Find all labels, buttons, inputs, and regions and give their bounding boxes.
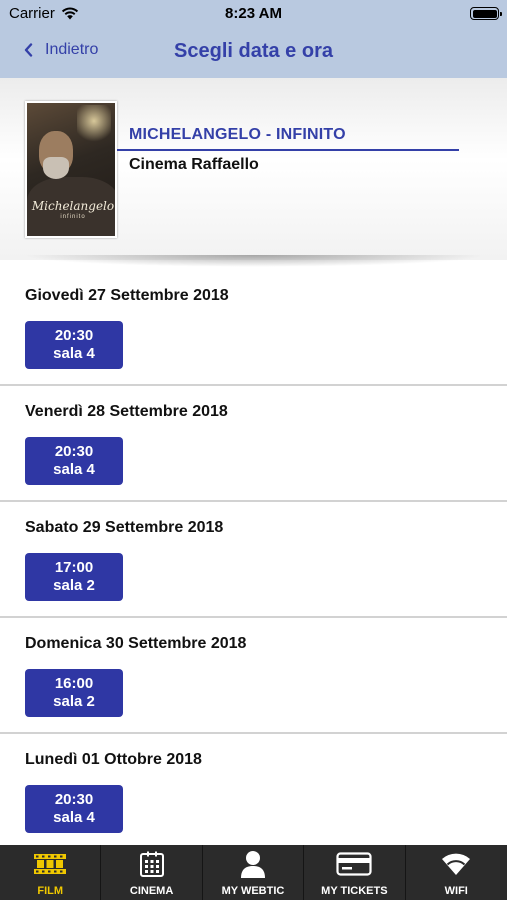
- showtime-button[interactable]: 20:30 sala 4: [25, 321, 123, 369]
- navigation-bar: Indietro Scegli data e ora: [0, 28, 507, 78]
- tab-label: MY TICKETS: [321, 885, 388, 897]
- user-icon: [240, 851, 265, 878]
- tab-label: WIFI: [444, 885, 468, 897]
- showtime-time: 17:00: [54, 559, 94, 576]
- movie-title: MICHELANGELO - INFINITO: [129, 126, 346, 143]
- status-time: 8:23 AM: [225, 5, 282, 22]
- header-shadow: [20, 255, 487, 267]
- showtime-button[interactable]: 16:00 sala 2: [25, 669, 123, 717]
- tab-label: MY WEBTIC: [221, 885, 285, 897]
- list-item: Giovedì 27 Settembre 2018 20:30 sala 4: [0, 270, 507, 386]
- status-bar: Carrier 8:23 AM: [0, 0, 507, 28]
- showtime-button[interactable]: 17:00 sala 2: [25, 553, 123, 601]
- tab-label: CINEMA: [129, 885, 174, 897]
- list-item: Sabato 29 Settembre 2018 17:00 sala 2: [0, 502, 507, 618]
- tab-wifi[interactable]: WIFI: [406, 845, 507, 900]
- list-item: Lunedì 01 Ottobre 2018 20:30 sala 4: [0, 734, 507, 850]
- building-icon: [139, 851, 164, 877]
- poster-title: Michelangelo: [31, 199, 115, 213]
- movie-poster: Michelangelo infinito: [25, 101, 117, 238]
- showtime-room: sala 4: [53, 345, 95, 362]
- battery-icon: [470, 7, 502, 20]
- tab-cinema[interactable]: CINEMA: [101, 845, 203, 900]
- showtime-room: sala 4: [53, 461, 95, 478]
- list-item: Domenica 30 Settembre 2018 16:00 sala 2: [0, 618, 507, 734]
- tab-my-tickets[interactable]: MY TICKETS: [304, 845, 406, 900]
- cinema-name: Cinema Raffaello: [129, 156, 259, 173]
- movie-header: Michelangelo infinito MICHELANGELO - INF…: [0, 78, 507, 260]
- day-date: Venerdì 28 Settembre 2018: [25, 403, 228, 420]
- tab-bar: FILM CINEMA MY WEBTIC MY TICKETS WIFI: [0, 845, 507, 900]
- tab-film[interactable]: FILM: [0, 845, 102, 900]
- day-date: Lunedì 01 Ottobre 2018: [25, 751, 202, 768]
- showtime-room: sala 2: [53, 577, 95, 594]
- showtime-time: 20:30: [54, 443, 94, 460]
- showtime-time: 16:00: [54, 675, 94, 692]
- credit-card-icon: [336, 852, 372, 876]
- showtime-button[interactable]: 20:30 sala 4: [25, 437, 123, 485]
- poster-subtitle: infinito: [60, 214, 86, 220]
- day-date: Sabato 29 Settembre 2018: [25, 519, 224, 536]
- title-underline: [117, 149, 459, 151]
- showtime-button[interactable]: 20:30 sala 4: [25, 785, 123, 833]
- page-title: Scegli data e ora: [174, 40, 333, 62]
- showtimes-list: Giovedì 27 Settembre 2018 20:30 sala 4 V…: [0, 270, 507, 850]
- film-icon: [34, 854, 67, 874]
- list-item: Venerdì 28 Settembre 2018 20:30 sala 4: [0, 386, 507, 502]
- showtime-time: 20:30: [54, 327, 94, 344]
- day-date: Domenica 30 Settembre 2018: [25, 635, 247, 652]
- tab-my-webtic[interactable]: MY WEBTIC: [203, 845, 305, 900]
- day-date: Giovedì 27 Settembre 2018: [25, 287, 229, 304]
- showtime-room: sala 4: [53, 809, 95, 826]
- wifi-icon: [442, 853, 471, 875]
- tab-label: FILM: [37, 885, 64, 897]
- showtime-room: sala 2: [53, 693, 95, 710]
- showtime-time: 20:30: [54, 791, 94, 808]
